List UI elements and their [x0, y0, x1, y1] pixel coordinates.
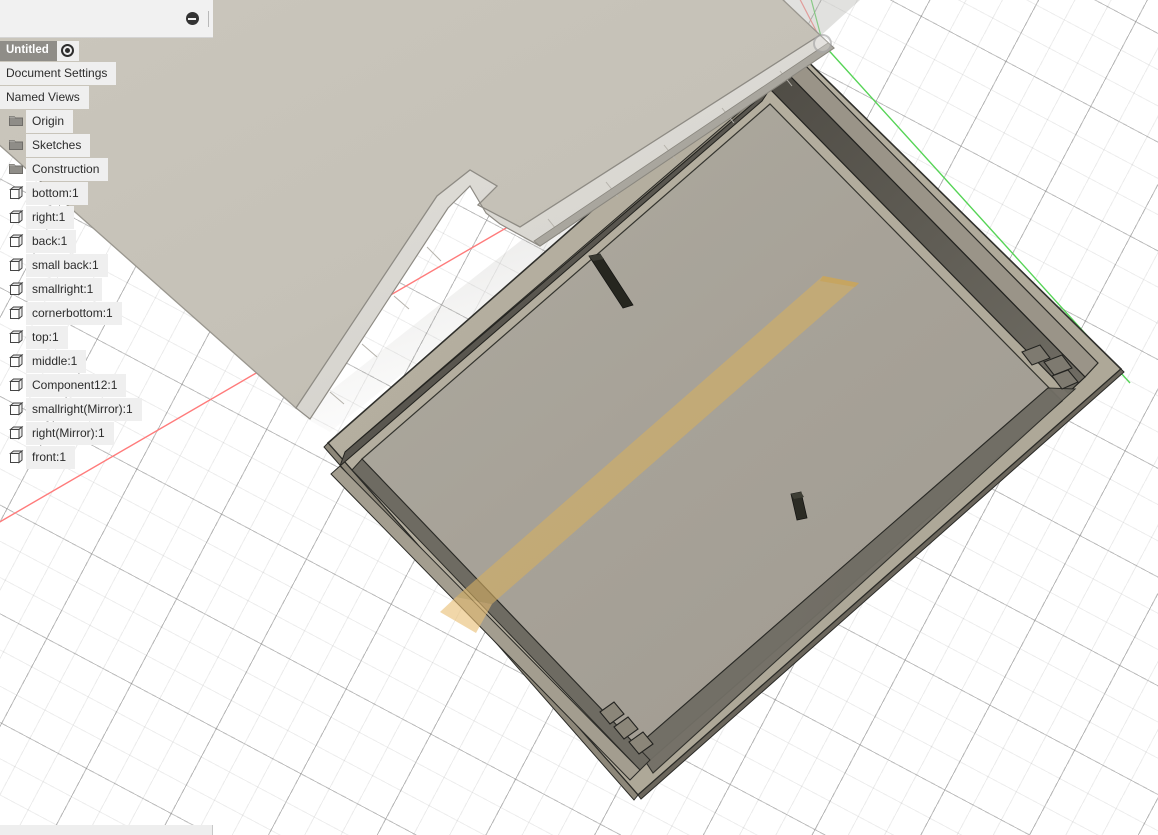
tree-item-label: smallright:1	[26, 277, 103, 301]
tree-item-sketches[interactable]: Sketches	[0, 133, 213, 157]
component-icon	[8, 305, 24, 321]
tree-item-smallright-1[interactable]: smallright:1	[0, 277, 213, 301]
finger-joints-bottom	[599, 701, 654, 755]
tree-item-smallright-mirror-1[interactable]: smallright(Mirror):1	[0, 397, 213, 421]
zoom-icon[interactable]	[600, 826, 616, 835]
tree-item-label: Origin	[26, 109, 74, 133]
finger-joints-right	[1021, 344, 1079, 390]
dowel-pegs	[588, 253, 808, 521]
box-left-side-face	[323, 442, 639, 801]
tree-item-origin[interactable]: Origin	[0, 109, 213, 133]
origin-point-icon	[813, 34, 832, 53]
lid-edge-bevel	[295, 34, 835, 420]
document-visibility-toggle[interactable]	[56, 40, 79, 61]
tree-panel-header	[0, 0, 213, 38]
tree-item-cornerbottom-1[interactable]: cornerbottom:1	[0, 301, 213, 325]
display-settings-icon[interactable]	[626, 826, 642, 835]
inner-wall-top-band	[785, 53, 1099, 378]
tree-item-label: Construction	[26, 157, 109, 181]
tree-item-document-settings[interactable]: Document Settings	[0, 61, 213, 85]
document-title: Untitled	[0, 40, 57, 61]
peg-upper-top	[589, 254, 604, 261]
component-icon	[8, 257, 24, 273]
peg-lower	[790, 491, 808, 521]
tree-item-label: top:1	[26, 325, 68, 349]
box-outer-rim-top	[326, 38, 1123, 797]
box-outer-body[interactable]	[323, 38, 1125, 801]
tree-item-bottom-1[interactable]: bottom:1	[0, 181, 213, 205]
lid-edge-segment-ticks	[329, 70, 793, 405]
tree-item-top-1[interactable]: top:1	[0, 325, 213, 349]
component-icon	[8, 281, 24, 297]
tree-item-label: bottom:1	[26, 181, 88, 205]
inner-ledge-left	[330, 465, 641, 781]
radio-target-icon	[61, 44, 75, 57]
peg-lower-top	[791, 492, 804, 499]
tree-item-label: smallright(Mirror):1	[26, 397, 142, 421]
tree-item-list[interactable]: Document Settings Named Views Origin Sketch…	[0, 61, 213, 469]
folder-icon	[8, 137, 24, 153]
inner-wall-left	[344, 71, 787, 453]
inner-wall-near-right	[635, 387, 1063, 761]
bottom-status-bar	[0, 825, 213, 835]
grid-snap-icon[interactable]	[652, 826, 668, 835]
tree-item-right-1[interactable]: right:1	[0, 205, 213, 229]
tree-item-label: small back:1	[26, 253, 108, 277]
tree-item-named-views[interactable]: Named Views	[0, 85, 213, 109]
inner-wall-far	[769, 71, 1086, 394]
tree-item-label: cornerbottom:1	[26, 301, 122, 325]
component-icon	[8, 401, 24, 417]
tree-item-label: Named Views	[0, 85, 89, 109]
box-bottom-side-face	[637, 368, 1125, 800]
pan-icon[interactable]	[574, 826, 590, 835]
tree-item-label: Component12:1	[26, 373, 127, 397]
tree-item-small-back-1[interactable]: small back:1	[0, 253, 213, 277]
folder-icon	[8, 161, 24, 177]
box-inner-cavity[interactable]	[330, 53, 1099, 781]
tree-item-label: right:1	[26, 205, 75, 229]
component-icon	[8, 329, 24, 345]
tree-item-construction[interactable]: Construction	[0, 157, 213, 181]
viewport-layout-icon[interactable]	[678, 826, 694, 835]
component-icon	[8, 377, 24, 393]
component-icon	[8, 233, 24, 249]
tree-item-label: right(Mirror):1	[26, 421, 114, 445]
inner-floor	[361, 103, 1063, 761]
header-divider	[208, 10, 209, 27]
inner-wall-left-dark	[338, 88, 771, 468]
tree-item-front-1[interactable]: front:1	[0, 445, 213, 469]
tree-item-middle-1[interactable]: middle:1	[0, 349, 213, 373]
component-icon	[8, 209, 24, 225]
lid-under-edge	[533, 42, 835, 247]
component-icon	[8, 185, 24, 201]
browser-tree-panel[interactable]: Untitled Document Settings Named Views Ori…	[0, 0, 213, 469]
highlighted-divider-strip[interactable]	[440, 276, 859, 633]
tree-item-back-1[interactable]: back:1	[0, 229, 213, 253]
tree-item-label: Sketches	[26, 133, 91, 157]
component-icon	[8, 353, 24, 369]
tree-item-component12-1[interactable]: Component12:1	[0, 373, 213, 397]
collapse-panel-button[interactable]	[181, 8, 203, 30]
inner-wall-near-left	[351, 458, 651, 771]
tree-item-label: middle:1	[26, 349, 87, 373]
peg-upper	[588, 253, 634, 309]
document-row[interactable]: Untitled	[0, 40, 213, 61]
component-icon	[8, 425, 24, 441]
tree-item-label: Document Settings	[0, 61, 117, 85]
lid-ground-shadow	[300, 0, 860, 432]
tree-item-right-mirror-1[interactable]: right(Mirror):1	[0, 421, 213, 445]
cad-application-window: Untitled Document Settings Named Views Ori…	[0, 0, 1158, 835]
bottom-viewport-toolbar[interactable]	[548, 826, 808, 835]
tree-item-label: back:1	[26, 229, 77, 253]
component-icon	[8, 449, 24, 465]
minus-circle-icon	[185, 12, 199, 25]
orbit-icon[interactable]	[548, 826, 564, 835]
folder-icon	[8, 113, 24, 129]
inner-wall-near-right-deep	[635, 387, 1077, 774]
tree-item-label: front:1	[26, 445, 76, 469]
